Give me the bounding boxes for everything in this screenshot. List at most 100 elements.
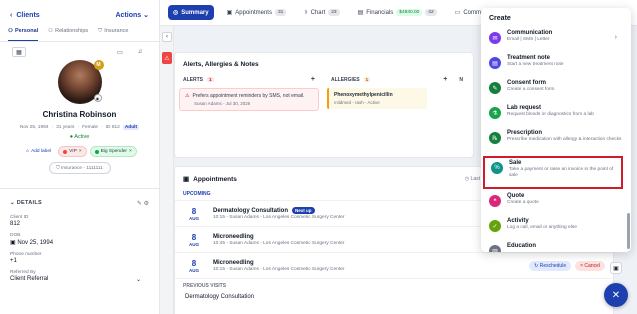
add-label-button[interactable]: ⌂ Add label bbox=[22, 146, 56, 157]
label-chip-big-spender[interactable]: Big Spender × bbox=[89, 146, 137, 157]
menu-item-prescription[interactable]: ℞ Prescription Prescribe medication with a… bbox=[481, 126, 631, 156]
reschedule-label: Reschedule bbox=[539, 262, 567, 269]
book-icon: ▥ bbox=[489, 245, 501, 252]
grid-icon: ▦ bbox=[16, 49, 22, 56]
date-day: 8 bbox=[191, 258, 197, 268]
alert-indicator[interactable]: ⚠ bbox=[162, 52, 172, 64]
chat-icon: ✉ bbox=[489, 32, 501, 44]
actions-dropdown[interactable]: Actions ⌄ bbox=[116, 11, 150, 19]
menu-item-text: Lab request Request bloods or diagnostics… bbox=[507, 105, 594, 118]
label-chip-vip[interactable]: VIP × bbox=[58, 146, 87, 157]
count-badge: 23 bbox=[328, 9, 340, 16]
menu-scrollbar[interactable] bbox=[627, 213, 630, 249]
menu-item-lab-request[interactable]: ⚗ Lab request Request bloods or diagnostic… bbox=[481, 101, 631, 126]
reschedule-button[interactable]: ↻ Reschedule bbox=[529, 260, 572, 271]
menu-item-quote[interactable]: ❝ Quote Create a quote bbox=[481, 189, 631, 214]
add-allergy-button[interactable]: + bbox=[443, 76, 447, 83]
details-header[interactable]: ⌄ DETAILS ✎ ⚙ bbox=[0, 188, 159, 209]
previous-visit-title[interactable]: Dermatology Consultation bbox=[175, 291, 613, 303]
card-title: Alerts, Allergies & Notes bbox=[183, 61, 259, 68]
menu-item-text: Sale Take a payment or raise an invoice i… bbox=[509, 160, 615, 179]
add-alert-button[interactable]: + bbox=[311, 76, 315, 83]
menu-item-activity[interactable]: ✓ Activity Log a call, email or anything e… bbox=[481, 214, 631, 239]
date-box: 8 AUG bbox=[183, 207, 205, 221]
tab-appointments[interactable]: ▣ Appointments 31 bbox=[222, 5, 292, 20]
allergies-subheader: ALLERGIES 1 + N bbox=[323, 76, 471, 83]
menu-item-desc: Email | SMS | Letter bbox=[507, 37, 550, 42]
tab-label: Personal bbox=[14, 28, 39, 34]
appointment-title: Microneedling bbox=[213, 233, 254, 240]
count-badge: 1 bbox=[207, 77, 214, 82]
tab-personal[interactable]: ⚇ Personal bbox=[8, 28, 39, 41]
close-create-button[interactable]: ✕ bbox=[604, 283, 628, 307]
warning-icon: ⚠ bbox=[185, 93, 190, 99]
allergy-item[interactable]: Phenoxymethylpenicillin mildmed - rash -… bbox=[327, 88, 427, 109]
tab-relationships[interactable]: ⚇ Relationships bbox=[48, 28, 88, 41]
menu-item-treatment-note[interactable]: ▤ Treatment note Start a new treatment not… bbox=[481, 51, 631, 76]
flask-icon: ⚗ bbox=[489, 107, 501, 119]
shield-icon: ⛉ bbox=[98, 28, 103, 34]
card-title: Appointments bbox=[193, 175, 237, 183]
gear-icon[interactable]: ⚙ bbox=[144, 201, 149, 207]
calendar-button[interactable]: ▣ bbox=[610, 262, 622, 274]
menu-item-desc: Log a call, email or anything else bbox=[507, 225, 577, 230]
tab-financials[interactable]: ▤ Financials $4930.00 42 bbox=[353, 5, 442, 20]
allergy-meta: mildmed - rash - Active bbox=[334, 100, 380, 105]
appointment-row[interactable]: 8 AUG Microneedling 10:15 - Susan Adams - … bbox=[175, 252, 613, 278]
tab-summary[interactable]: ◎ Summary bbox=[168, 5, 214, 20]
appointment-title: Dermatology Consultation bbox=[213, 207, 289, 214]
date-day: 8 bbox=[191, 232, 197, 242]
close-icon[interactable]: × bbox=[129, 149, 132, 154]
next-up-badge: Next up bbox=[292, 207, 315, 214]
menu-item-sale[interactable]: % Sale Take a payment or raise an invoice … bbox=[483, 156, 623, 189]
menu-item-communication[interactable]: ✉ Communication Email | SMS | Letter › bbox=[481, 26, 631, 51]
date-month: AUG bbox=[189, 241, 199, 247]
back-to-clients-link[interactable]: ‹ Clients bbox=[10, 12, 40, 19]
message-button[interactable]: ▭ bbox=[113, 47, 127, 57]
wallet-icon: ▤ bbox=[357, 10, 364, 16]
separator: · bbox=[51, 125, 54, 130]
referred-value: Client Referral bbox=[10, 276, 49, 282]
tab-label: Relationships bbox=[55, 28, 89, 34]
collapse-button[interactable]: ‹ bbox=[162, 32, 172, 42]
notes-label: N bbox=[459, 76, 463, 83]
check-icon: ✓ bbox=[489, 220, 501, 232]
tab-insurance[interactable]: ⛉ Insurance bbox=[98, 28, 128, 41]
cancel-button[interactable]: × Cancel bbox=[575, 260, 605, 271]
grid-menu-button[interactable]: ▦ bbox=[12, 47, 26, 57]
menu-item-title: Education bbox=[507, 243, 537, 249]
menu-item-title: Sale bbox=[509, 160, 522, 166]
menu-item-text: Prescription Prescribe medication with al… bbox=[507, 130, 621, 143]
collapse-strip: ‹ ⚠ bbox=[160, 0, 174, 314]
alert-item[interactable]: ⚠ Prefers appointment reminders by SMS, n… bbox=[179, 88, 319, 111]
calendar-icon: ▣ bbox=[226, 10, 233, 16]
field-dob: DOB ▣ Nov 25, 1994 bbox=[0, 233, 159, 246]
close-icon[interactable]: × bbox=[79, 149, 82, 154]
camera-icon[interactable]: ◉ bbox=[93, 94, 102, 102]
menu-item-consent-form[interactable]: ✎ Consent form Create a consent form bbox=[481, 76, 631, 101]
count-badge: 42 bbox=[425, 9, 437, 16]
client-sidebar: ‹ Clients Actions ⌄ ⚇ Personal ⚇ Relations… bbox=[0, 0, 160, 314]
alert-text: Prefers appointment reminders by SMS, no… bbox=[192, 93, 305, 99]
calendar-icon: ▣ bbox=[613, 265, 619, 272]
bell-button[interactable]: ♫ bbox=[133, 47, 147, 57]
menu-item-title: Consent form bbox=[507, 80, 546, 86]
field-value[interactable]: Client Referral ⌄ bbox=[10, 276, 149, 283]
avatar[interactable]: M ◉ bbox=[57, 60, 104, 104]
pill-icon: ℞ bbox=[489, 132, 501, 144]
chat-icon: ▭ bbox=[454, 10, 461, 16]
edit-icon[interactable]: ✎ bbox=[137, 201, 142, 207]
insurance-text: Insurance - 1111111 bbox=[61, 166, 103, 171]
menu-item-education[interactable]: ▥ Education bbox=[481, 239, 631, 252]
tab-chart[interactable]: ⚕ Chart 23 bbox=[299, 5, 344, 20]
date-month: AUG bbox=[189, 267, 199, 273]
menu-item-desc: Start a new treatment note bbox=[507, 62, 564, 67]
field-key: Phone number bbox=[10, 252, 42, 257]
tab-label: Appointments bbox=[235, 9, 272, 16]
menu-item-title: Prescription bbox=[507, 130, 543, 136]
appointment-title: Microneedling bbox=[213, 259, 254, 266]
menu-item-text: Quote Create a quote bbox=[507, 193, 539, 206]
menu-item-title: Treatment note bbox=[507, 55, 551, 61]
insurance-chip[interactable]: ⛉ Insurance - 1111111 bbox=[48, 162, 111, 174]
date-box: 8 AUG bbox=[183, 233, 205, 247]
